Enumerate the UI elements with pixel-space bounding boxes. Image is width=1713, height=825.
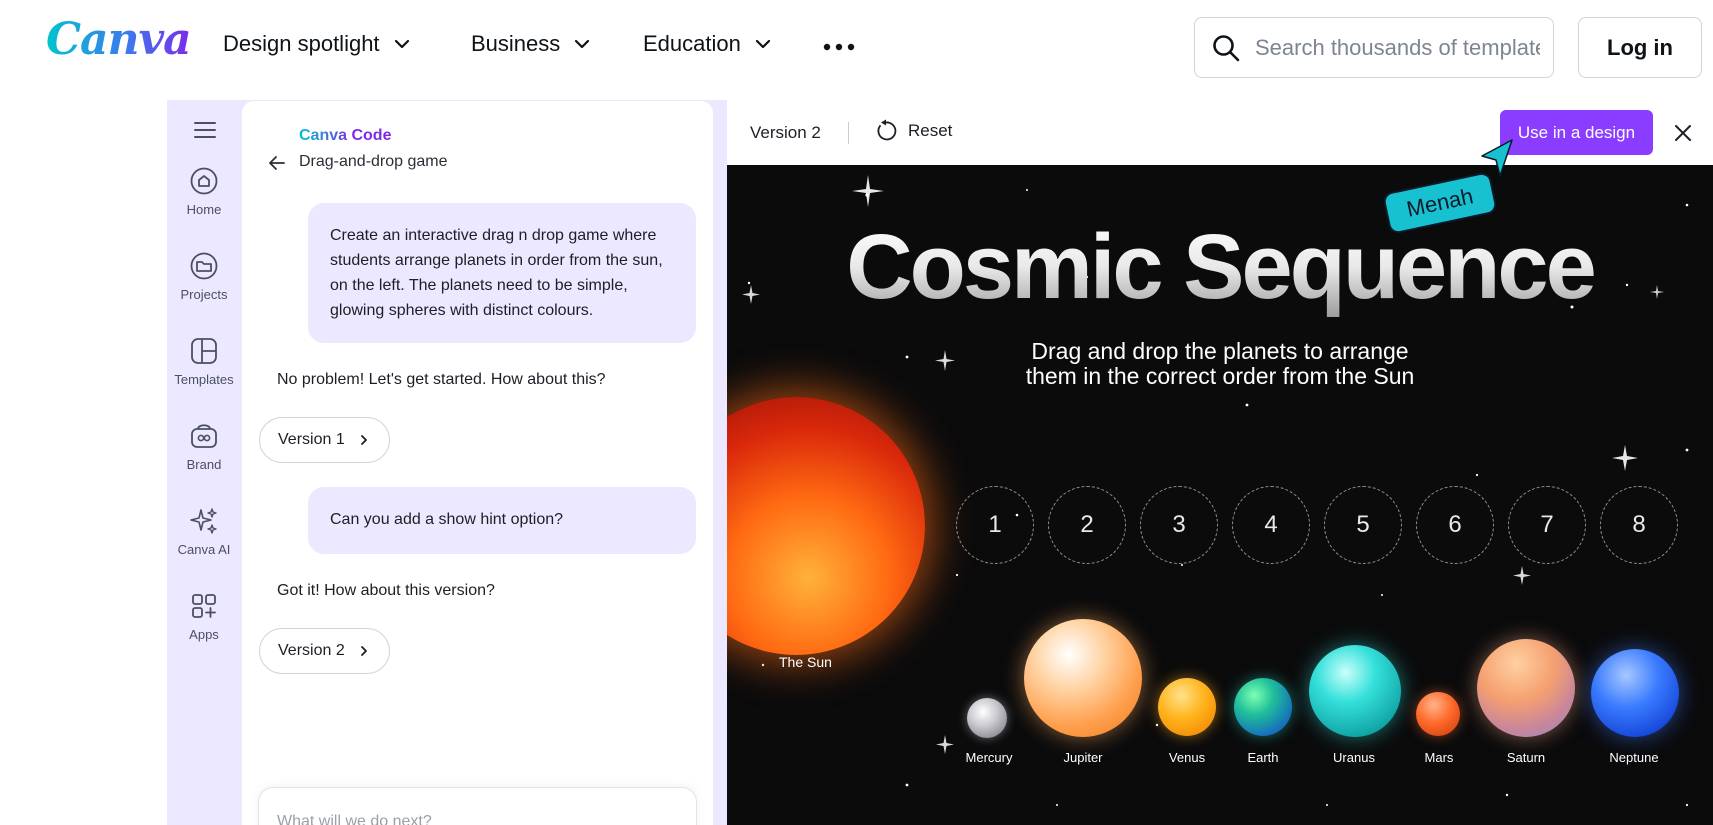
user-message-bubble: Can you add a show hint option? xyxy=(308,487,696,554)
planet-label-mars: Mars xyxy=(1424,750,1454,765)
back-arrow-icon[interactable] xyxy=(266,152,288,174)
drop-slot-6[interactable]: 6 xyxy=(1416,486,1494,564)
rail-item-brand[interactable]: Brand xyxy=(167,421,241,472)
nav-business-label: Business xyxy=(471,31,561,56)
assistant-message: No problem! Let's get started. How about… xyxy=(277,371,606,388)
more-dots-icon xyxy=(823,43,855,51)
game-title: Cosmic Sequence xyxy=(727,215,1713,320)
chevron-right-icon xyxy=(360,435,367,445)
planet-label-jupiter: Jupiter xyxy=(1063,750,1103,765)
drop-slot-8[interactable]: 8 xyxy=(1600,486,1678,564)
rail-item-home[interactable]: Home xyxy=(167,166,241,217)
version-2-button[interactable]: Version 2 xyxy=(259,628,390,674)
reset-button[interactable]: Reset xyxy=(874,119,952,143)
canva-logo[interactable]: Canva xyxy=(46,14,192,65)
planet-label-saturn: Saturn xyxy=(1506,750,1546,765)
chevron-down-icon xyxy=(755,39,770,49)
sun-label: The Sun xyxy=(779,654,832,670)
planet-label-mercury: Mercury xyxy=(965,750,1013,765)
login-button[interactable]: Log in xyxy=(1578,17,1702,78)
drop-slot-3[interactable]: 3 xyxy=(1140,486,1218,564)
preview-version-label: Version 2 xyxy=(750,123,821,142)
rail-item-canva-ai-label: Canva AI xyxy=(177,542,231,557)
logo-text: Canva xyxy=(46,14,192,65)
search-icon xyxy=(1213,34,1240,61)
version-1-label: Version 1 xyxy=(278,431,345,448)
game-preview-stage: Cosmic Sequence Drag and drop the planet… xyxy=(727,165,1713,825)
planet-label-earth: Earth xyxy=(1247,750,1279,765)
toolbar-divider xyxy=(848,122,849,144)
use-in-design-button[interactable]: Use in a design xyxy=(1500,110,1653,155)
rail-item-apps-label: Apps xyxy=(189,627,219,642)
chevron-down-icon xyxy=(575,39,590,49)
apps-icon xyxy=(192,594,216,618)
prompt-input[interactable] xyxy=(277,813,678,825)
chevron-right-icon xyxy=(360,646,367,656)
close-icon[interactable] xyxy=(1670,120,1696,146)
drop-slot-1[interactable]: 1 xyxy=(956,486,1034,564)
rail-item-templates[interactable]: Templates xyxy=(167,336,241,387)
chevron-down-icon xyxy=(394,39,409,49)
nav-education-label: Education xyxy=(643,31,741,56)
nav-business[interactable]: Business xyxy=(471,31,592,57)
planet-saturn[interactable] xyxy=(1477,639,1575,737)
hamburger-menu-icon[interactable] xyxy=(193,118,217,142)
rail-item-projects[interactable]: Projects xyxy=(167,251,241,302)
game-instructions-line-1: Drag and drop the planets to arrange xyxy=(1031,338,1409,364)
home-icon xyxy=(190,167,218,195)
game-instructions-line-2: them in the correct order from the Sun xyxy=(1025,363,1415,389)
planet-mars[interactable] xyxy=(1416,692,1460,736)
drop-slot-7[interactable]: 7 xyxy=(1508,486,1586,564)
more-menu-button[interactable] xyxy=(822,30,856,64)
search-input[interactable] xyxy=(1255,34,1540,61)
version-2-label: Version 2 xyxy=(278,642,345,659)
chat-subtitle: Drag-and-drop game xyxy=(299,153,448,170)
drop-slot-5[interactable]: 5 xyxy=(1324,486,1402,564)
nav-design-spotlight-label: Design spotlight xyxy=(223,31,380,56)
brand-icon xyxy=(191,424,217,448)
nav-design-spotlight[interactable]: Design spotlight xyxy=(223,31,412,57)
top-navigation: Canva Design spotlight Business Educatio… xyxy=(0,0,1713,93)
user-message-bubble: Create an interactive drag n drop game w… xyxy=(308,203,696,343)
chat-title: Canva Code xyxy=(299,127,391,145)
chat-title-text: Canva Code xyxy=(299,127,392,144)
rail-item-apps[interactable]: Apps xyxy=(167,591,241,642)
version-1-button[interactable]: Version 1 xyxy=(259,417,390,463)
folder-icon xyxy=(190,252,218,280)
reset-icon xyxy=(877,119,897,141)
reset-label: Reset xyxy=(908,121,953,140)
templates-icon xyxy=(191,338,217,364)
planet-uranus[interactable] xyxy=(1309,645,1401,737)
game-instructions: Drag and drop the planets to arrange the… xyxy=(727,339,1713,389)
rail-item-brand-label: Brand xyxy=(186,457,222,472)
planet-label-neptune: Neptune xyxy=(1609,750,1659,765)
drop-slot-4[interactable]: 4 xyxy=(1232,486,1310,564)
rail-item-projects-label: Projects xyxy=(180,287,228,302)
planet-jupiter[interactable] xyxy=(1024,619,1142,737)
search-box[interactable] xyxy=(1194,17,1554,78)
game-title-text: Cosmic Sequence xyxy=(846,216,1597,318)
prompt-box[interactable] xyxy=(259,788,696,825)
planet-neptune[interactable] xyxy=(1591,649,1679,737)
planet-venus[interactable] xyxy=(1158,678,1216,736)
nav-education[interactable]: Education xyxy=(643,31,773,57)
planet-earth[interactable] xyxy=(1234,678,1292,736)
drop-slot-2[interactable]: 2 xyxy=(1048,486,1126,564)
rail-item-canva-ai[interactable]: Canva AI xyxy=(167,506,241,557)
rail-item-home-label: Home xyxy=(186,202,222,217)
rail-item-templates-label: Templates xyxy=(174,372,234,387)
assistant-message: Got it! How about this version? xyxy=(277,582,495,599)
sparkle-icon xyxy=(190,508,217,534)
planet-mercury[interactable] xyxy=(967,698,1007,738)
